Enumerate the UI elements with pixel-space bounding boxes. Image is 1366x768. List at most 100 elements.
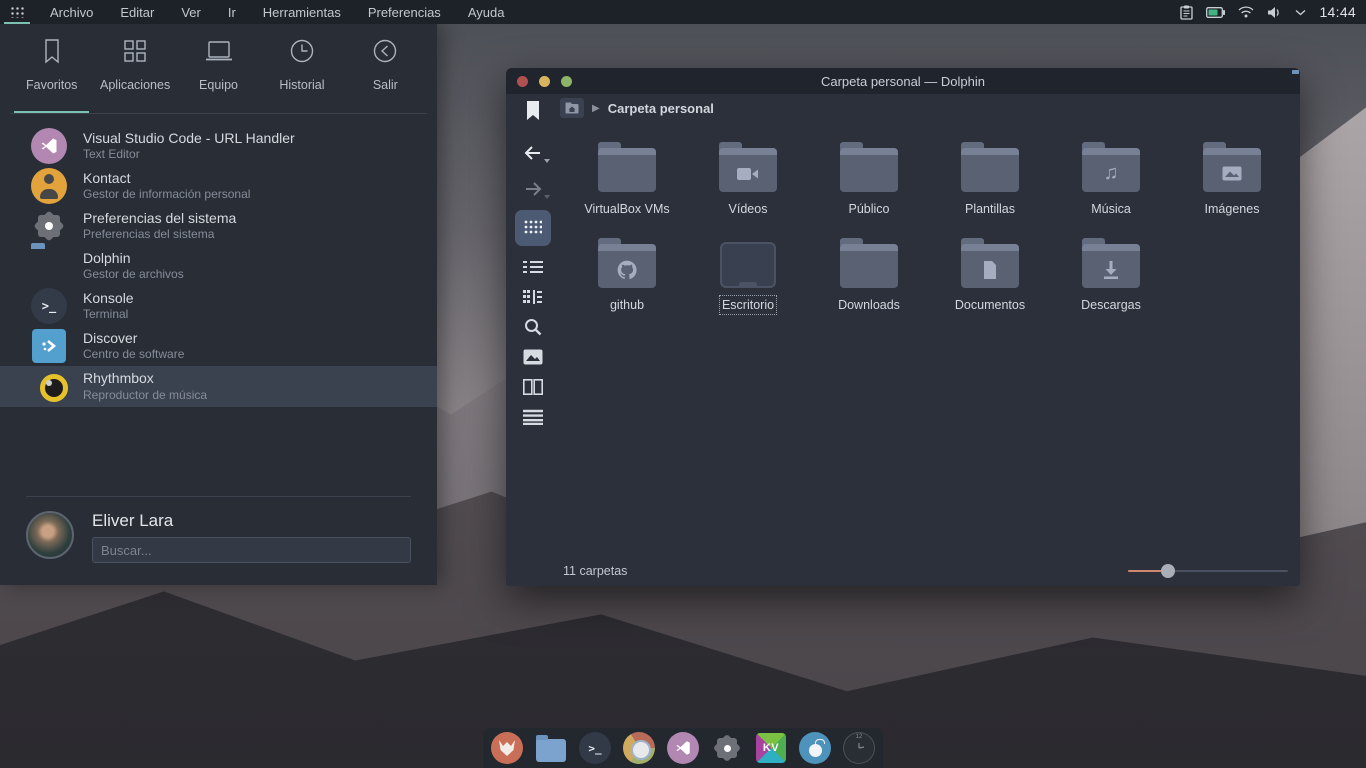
dock-firefox[interactable] — [491, 732, 523, 764]
search-icon[interactable] — [515, 312, 551, 342]
tab-label: Salir — [373, 78, 398, 92]
menu-archivo[interactable]: Archivo — [50, 5, 93, 20]
app-subtitle: Gestor de archivos — [83, 267, 184, 282]
system-settings-icon — [31, 208, 67, 244]
dock-kvantum[interactable]: KV — [755, 732, 787, 764]
location-bar: ▶ Carpeta personal — [560, 94, 1300, 122]
app-title: Kontact — [83, 170, 250, 188]
app-item-system-settings[interactable]: Preferencias del sistemaPreferencias del… — [0, 206, 411, 246]
avatar[interactable] — [26, 511, 74, 559]
app-item-dolphin[interactable]: DolphinGestor de archivos — [0, 246, 411, 286]
folder-publico[interactable]: Público — [813, 134, 925, 216]
launcher-footer: Eliver Lara — [0, 496, 437, 585]
folder-icon — [1203, 148, 1261, 192]
vscode-icon — [31, 128, 67, 164]
minimize-button[interactable] — [539, 76, 550, 87]
titlebar[interactable]: Carpeta personal — Dolphin — [506, 68, 1300, 94]
folder-imagenes[interactable]: Imágenes — [1176, 134, 1288, 216]
dock-file-manager[interactable] — [535, 732, 567, 764]
back-button[interactable] — [515, 138, 551, 168]
speaker-icon — [31, 369, 67, 405]
folder-label: Downloads — [838, 298, 900, 312]
dock-konsole[interactable]: >_ — [579, 732, 611, 764]
dock-system-settings[interactable] — [711, 732, 743, 764]
folder-downloads[interactable]: Downloads — [813, 230, 925, 312]
music-note-icon: ♫ — [1082, 155, 1140, 192]
menu-ayuda[interactable]: Ayuda — [468, 5, 505, 20]
chevron-down-icon[interactable] — [1295, 9, 1306, 16]
folder-plantillas[interactable]: Plantillas — [934, 134, 1046, 216]
clock[interactable]: 14:44 — [1319, 4, 1356, 20]
folder-label: Plantillas — [965, 202, 1015, 216]
folder-github[interactable]: github — [571, 230, 683, 312]
folder-virtualbox-vms[interactable]: VirtualBox VMs — [571, 134, 683, 216]
app-title: Konsole — [83, 290, 134, 308]
app-item-kontact[interactable]: KontactGestor de información personal — [0, 166, 411, 206]
app-subtitle: Gestor de información personal — [83, 187, 250, 202]
app-item-vscode[interactable]: Visual Studio Code - URL HandlerText Edi… — [0, 126, 411, 166]
split-view-icon[interactable] — [515, 372, 551, 402]
menu-herramientas[interactable]: Herramientas — [263, 5, 341, 20]
clipboard-icon[interactable] — [1180, 5, 1193, 20]
folder-icon: ♫ — [1082, 148, 1140, 192]
menu-ir[interactable]: Ir — [228, 5, 236, 20]
folder-musica[interactable]: ♫ Música — [1055, 134, 1167, 216]
app-subtitle: Centro de software — [83, 347, 184, 362]
app-subtitle: Text Editor — [83, 147, 295, 162]
folder-icon — [31, 248, 67, 284]
icons-view-button[interactable] — [515, 210, 551, 246]
bookmark-places-icon[interactable] — [515, 96, 551, 126]
tab-favoritos[interactable]: Favoritos — [10, 38, 93, 114]
dock-blue-app[interactable] — [799, 732, 831, 764]
close-button[interactable] — [517, 76, 528, 87]
dock-vscode[interactable] — [667, 732, 699, 764]
folder-videos[interactable]: Vídeos — [692, 134, 804, 216]
folder-descargas[interactable]: Descargas — [1055, 230, 1167, 312]
preview-image-icon[interactable] — [515, 342, 551, 372]
folder-documentos[interactable]: Documentos — [934, 230, 1046, 312]
folder-icon — [961, 244, 1019, 288]
app-title: Preferencias del sistema — [83, 210, 236, 228]
tab-historial[interactable]: Historial — [260, 38, 343, 114]
launcher-active-indicator — [4, 22, 30, 24]
favorites-app-list: Visual Studio Code - URL HandlerText Edi… — [0, 114, 437, 407]
tabs-divider — [10, 113, 427, 114]
tab-salir[interactable]: Salir — [344, 38, 427, 114]
search-input[interactable] — [92, 537, 411, 563]
tab-equipo[interactable]: Equipo — [177, 38, 260, 114]
dock-chrome[interactable] — [623, 732, 655, 764]
battery-icon[interactable] — [1206, 7, 1225, 18]
volume-icon[interactable] — [1267, 6, 1282, 19]
folder-view[interactable]: VirtualBox VMs Vídeos Público Plantillas… — [560, 122, 1300, 556]
menu-ver[interactable]: Ver — [181, 5, 201, 20]
details-view-button[interactable] — [515, 282, 551, 312]
zoom-slider[interactable] — [1128, 564, 1288, 578]
folder-icon — [840, 148, 898, 192]
video-icon — [719, 155, 777, 192]
app-item-rhythmbox[interactable]: RhythmboxReproductor de música — [0, 366, 437, 407]
menu-hamburger-icon[interactable] — [515, 402, 551, 432]
app-item-konsole[interactable]: >_ KonsoleTerminal — [0, 286, 411, 326]
folder-icon — [840, 244, 898, 288]
list-view-button[interactable] — [515, 252, 551, 282]
slider-handle[interactable] — [1161, 564, 1175, 578]
folder-escritorio[interactable]: Escritorio — [692, 230, 804, 312]
app-item-discover[interactable]: DiscoverCentro de software — [0, 326, 411, 366]
menu-editar[interactable]: Editar — [120, 5, 154, 20]
dock: >_ KV 12 — [483, 728, 883, 768]
dock-clock[interactable]: 12 — [843, 732, 875, 764]
menu-preferencias[interactable]: Preferencias — [368, 5, 441, 20]
tab-aplicaciones[interactable]: Aplicaciones — [93, 38, 176, 114]
tab-label: Aplicaciones — [100, 78, 170, 92]
app-launcher-button[interactable] — [0, 0, 34, 24]
folder-icon — [598, 148, 656, 192]
application-launcher-panel: Favoritos Aplicaciones Equipo Historial … — [0, 24, 437, 585]
blue-app-icon — [799, 732, 831, 764]
app-grid-icon — [122, 38, 148, 69]
forward-button[interactable] — [515, 174, 551, 204]
wifi-icon[interactable] — [1238, 6, 1254, 18]
analog-clock-icon: 12 — [843, 732, 875, 764]
breadcrumb[interactable]: Carpeta personal — [608, 101, 714, 116]
home-folder-button[interactable] — [560, 98, 584, 118]
maximize-button[interactable] — [561, 76, 572, 87]
